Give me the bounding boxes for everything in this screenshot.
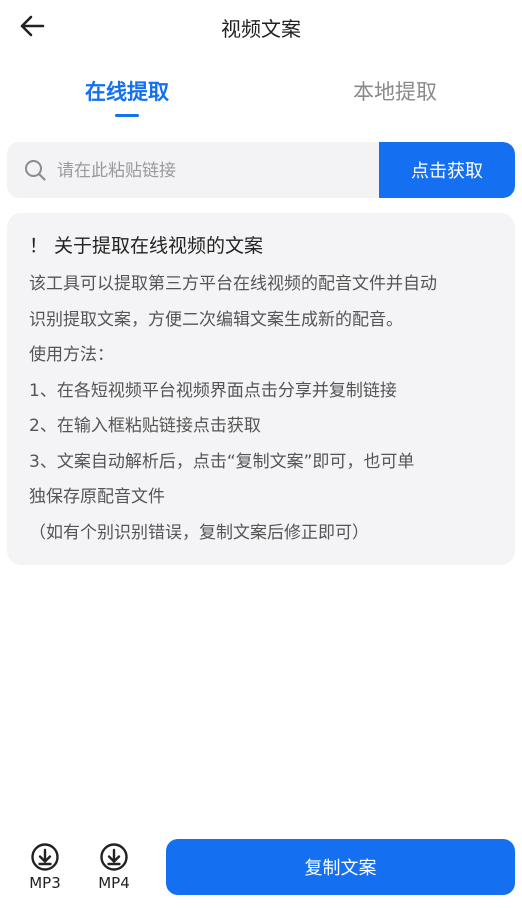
tab-online-extract[interactable]: 在线提取 (27, 76, 227, 106)
copy-text-button[interactable]: 复制文案 (166, 839, 515, 895)
page-title: 视频文案 (221, 17, 301, 41)
active-tab-indicator (115, 114, 139, 117)
info-panel: ！ 关于提取在线视频的文案 该工具可以提取第三方平台在线视频的配音文件并自动 识… (7, 213, 515, 565)
search-icon (25, 160, 46, 181)
link-input[interactable] (55, 142, 379, 198)
tab-local-extract[interactable]: 本地提取 (295, 76, 495, 106)
top-bar: 视频文案 (0, 0, 522, 52)
info-line: 3、文案自动解析后，点击“复制文案”即可，也可单 (29, 451, 415, 472)
info-line: 独保存原配音文件 (29, 487, 165, 507)
mp3-label: MP3 (29, 874, 61, 892)
info-title: ！ 关于提取在线视频的文案 (29, 235, 264, 257)
info-line: 1、在各短视频平台视频界面点击分享并复制链接 (29, 380, 397, 401)
info-note: （如有个别识别错误，复制文案后修正即可） (29, 522, 369, 543)
download-mp3-button[interactable]: MP3 (20, 842, 70, 892)
info-line: 2、在输入框粘贴链接点击获取 (29, 416, 261, 436)
mp4-label: MP4 (98, 874, 130, 892)
bottom-action-bar: MP3 MP4 复制文案 (0, 830, 522, 908)
info-line: 使用方法： (29, 345, 114, 365)
download-circle-icon (31, 843, 59, 871)
download-circle-icon (100, 843, 128, 871)
download-mp4-button[interactable]: MP4 (89, 842, 139, 892)
info-line: 识别提取文案，方便二次编辑文案生成新的配音。 (29, 309, 403, 330)
tab-bar: 在线提取 本地提取 (0, 70, 522, 122)
info-line: 该工具可以提取第三方平台在线视频的配音文件并自动 (29, 274, 437, 294)
link-search-bar: 点击获取 (7, 142, 515, 198)
fetch-button[interactable]: 点击获取 (379, 142, 515, 198)
info-text: 该工具可以提取第三方平台在线视频的配音文件并自动 识别提取文案，方便二次编辑文案… (29, 267, 499, 551)
